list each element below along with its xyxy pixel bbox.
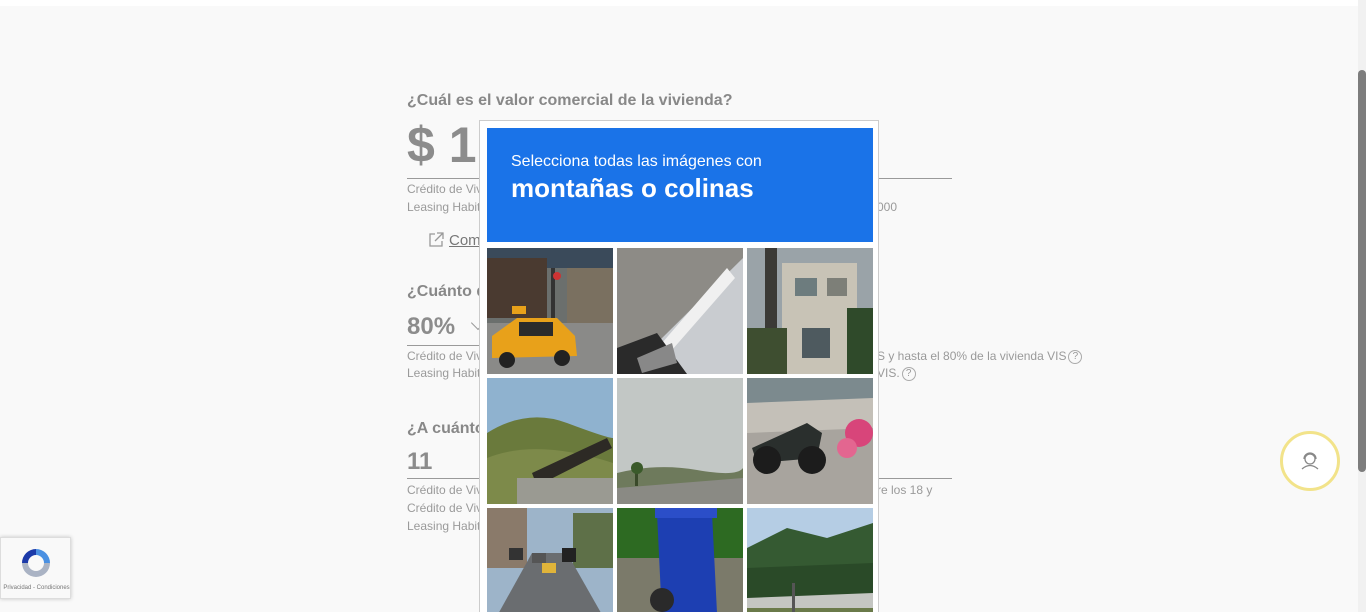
compare-link[interactable]: Com bbox=[427, 231, 481, 249]
note-credit-2-tail-text: S y hasta el 80% de la vivienda VIS bbox=[877, 349, 1067, 363]
help-icon[interactable]: ? bbox=[901, 366, 916, 381]
challenge-instruction: Selecciona todas las imágenes con bbox=[511, 153, 762, 170]
tile-building-palm[interactable] bbox=[747, 248, 873, 374]
challenge-object: montañas o colinas bbox=[511, 173, 754, 203]
note-credit-3-tail: re los 18 y bbox=[877, 483, 933, 497]
tile-cloudy-hills[interactable] bbox=[617, 378, 743, 504]
headset-icon bbox=[1301, 452, 1319, 470]
tile-motorcycle-flowers[interactable] bbox=[747, 378, 873, 504]
finance-percent-underline bbox=[407, 345, 487, 346]
recaptcha-badge[interactable]: Privacidad - Condiciones bbox=[0, 537, 71, 599]
note-leasing: Leasing Habit bbox=[407, 200, 481, 214]
support-chat-button[interactable] bbox=[1280, 431, 1340, 491]
note-leasing-2: Leasing Habit bbox=[407, 366, 481, 380]
term-input[interactable]: 11 bbox=[407, 448, 432, 476]
tile-taxi-street[interactable] bbox=[487, 248, 613, 374]
note-credit-2-tail: S y hasta el 80% de la vivienda VIS? bbox=[877, 349, 1083, 364]
compare-link-label: Com bbox=[449, 231, 481, 249]
tile-blue-trash-bin[interactable] bbox=[617, 508, 743, 612]
property-value-input[interactable]: $ 1 bbox=[407, 116, 477, 174]
note-credit-3: Crédito de Viv bbox=[407, 483, 483, 497]
recaptcha-logo-icon bbox=[22, 549, 50, 577]
recaptcha-challenge: Selecciona todas las imágenes con montañ… bbox=[479, 120, 879, 612]
tile-hill-sign[interactable] bbox=[487, 378, 613, 504]
external-link-icon bbox=[429, 232, 444, 247]
challenge-header: Selecciona todas las imágenes con montañ… bbox=[487, 128, 873, 242]
note-leasing-2-tail-text: VIS. bbox=[877, 366, 900, 380]
finance-percent-select[interactable]: 80% bbox=[407, 313, 455, 341]
scrollbar-thumb[interactable] bbox=[1358, 70, 1366, 472]
question-term: ¿A cuánto bbox=[407, 420, 485, 437]
note-leasing-tail: 000 bbox=[877, 200, 898, 214]
note-credit-4: Crédito de Viv bbox=[407, 501, 483, 515]
tile-street-cars[interactable] bbox=[487, 508, 613, 612]
tile-car-roof-closeup[interactable] bbox=[617, 248, 743, 374]
question-property-value: ¿Cuál es el valor comercial de la vivien… bbox=[407, 92, 733, 109]
note-leasing-3: Leasing Habit bbox=[407, 519, 481, 533]
help-icon[interactable]: ? bbox=[1068, 349, 1083, 364]
recaptcha-badge-text[interactable]: Privacidad - Condiciones bbox=[1, 585, 72, 591]
note-credit-2: Crédito de Viv bbox=[407, 349, 483, 363]
question-finance-percent: ¿Cuánto d bbox=[407, 283, 487, 300]
note-leasing-2-tail: VIS.? bbox=[877, 366, 916, 381]
tile-forest-mountain[interactable] bbox=[747, 508, 873, 612]
note-credit: Crédito de Viv bbox=[407, 182, 483, 196]
